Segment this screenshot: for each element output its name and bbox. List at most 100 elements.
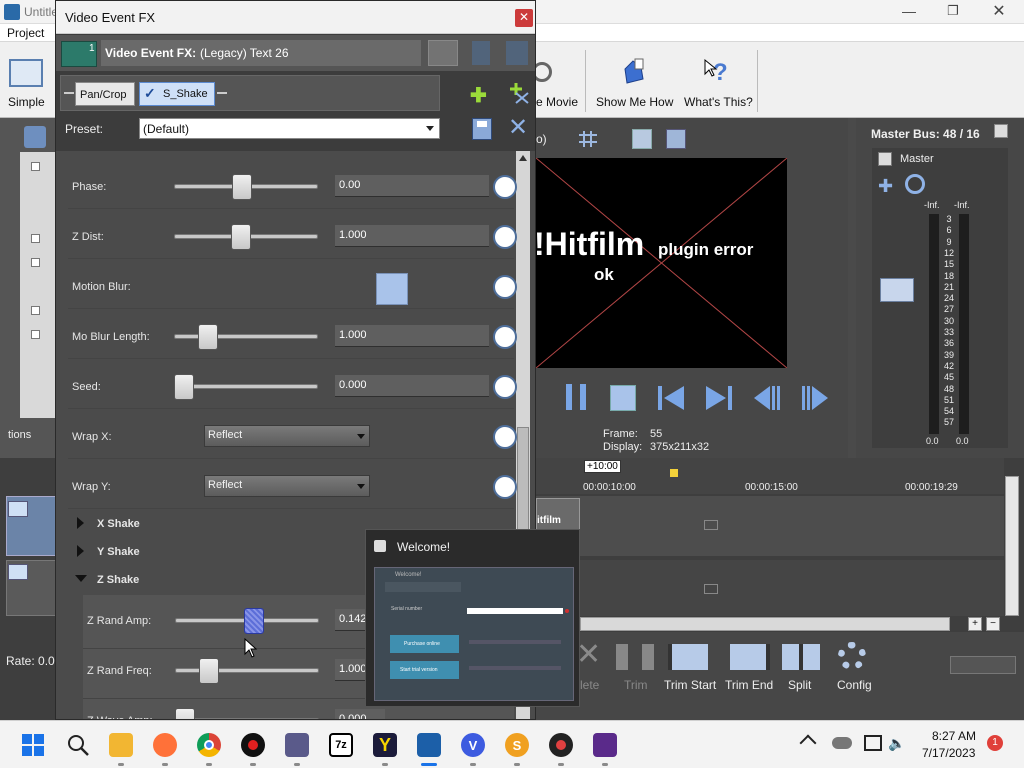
insert-fx-icon[interactable]: ✚ xyxy=(878,176,893,197)
trim-start-label[interactable]: Trim Start xyxy=(664,678,716,692)
notification-badge[interactable]: 1 xyxy=(987,735,1003,751)
save-frame-icon[interactable] xyxy=(666,129,686,149)
zoom-dropdown[interactable]: o) xyxy=(536,132,547,146)
delete-preset-icon[interactable]: ✕ xyxy=(508,115,528,141)
simple-view-icon[interactable] xyxy=(9,59,43,87)
welcome-popup[interactable]: Welcome! Welcome! Serial number Purchase… xyxy=(365,529,580,707)
param-value-input[interactable]: 0.000 xyxy=(335,709,385,719)
trim-label[interactable]: Trim xyxy=(624,678,648,692)
clock-time[interactable]: 8:27 AM xyxy=(932,729,976,743)
close-window-button[interactable]: ✕ xyxy=(984,1,1014,21)
zoom-out-button[interactable]: − xyxy=(986,617,1000,631)
trim-start-icon[interactable] xyxy=(668,644,708,670)
start-button[interactable] xyxy=(22,734,44,756)
app-v-icon[interactable]: V xyxy=(461,733,485,757)
tree-expand-icon[interactable] xyxy=(31,258,40,267)
tree-expand-icon[interactable] xyxy=(31,162,40,171)
param-slider-thumb[interactable] xyxy=(244,608,265,634)
go-to-start-button[interactable] xyxy=(656,384,686,412)
show-hidden-icons-icon[interactable] xyxy=(799,734,817,752)
next-frame-button[interactable] xyxy=(800,384,830,412)
timeline-horizontal-scrollbar[interactable] xyxy=(580,617,950,631)
split-icon[interactable] xyxy=(782,644,820,670)
keyframe-animate-icon[interactable] xyxy=(493,225,517,249)
show-me-how-icon[interactable] xyxy=(621,57,647,85)
chrome-icon[interactable] xyxy=(197,733,221,757)
fx-split-icon[interactable] xyxy=(472,41,490,65)
timeline-vertical-scrollbar[interactable] xyxy=(1005,476,1019,616)
param-combo[interactable]: Reflect xyxy=(204,425,370,447)
network-icon[interactable] xyxy=(864,735,882,751)
search-icon[interactable] xyxy=(66,733,90,757)
save-preset-icon[interactable] xyxy=(472,118,492,140)
show-me-how-label[interactable]: Show Me How xyxy=(596,95,673,109)
go-to-end-button[interactable] xyxy=(704,384,734,412)
previous-frame-button[interactable] xyxy=(752,384,782,412)
zoom-in-button[interactable]: + xyxy=(968,617,982,631)
volume-icon[interactable]: 🔈 xyxy=(888,735,906,753)
keyframe-animate-icon[interactable] xyxy=(493,425,517,449)
delete-label[interactable]: lete xyxy=(580,678,599,692)
config-label[interactable]: Config xyxy=(837,678,872,692)
preset-dropdown[interactable]: (Default) xyxy=(139,118,440,139)
options-tab-label[interactable]: tions xyxy=(8,429,31,441)
param-value-input[interactable]: 1.000 xyxy=(335,325,489,347)
param-slider-track[interactable] xyxy=(175,668,319,673)
pause-button[interactable] xyxy=(566,384,586,410)
chain-s-shake-button[interactable]: ✓ S_Shake xyxy=(139,82,215,106)
param-slider-thumb[interactable] xyxy=(174,374,194,400)
app-tag-icon[interactable] xyxy=(549,733,573,757)
chain-pan-crop-button[interactable]: Pan/Crop xyxy=(75,82,135,106)
param-combo[interactable]: Reflect xyxy=(204,475,370,497)
marker-icon[interactable] xyxy=(670,469,678,477)
mute-icon[interactable] xyxy=(905,174,925,194)
keyframe-animate-icon[interactable] xyxy=(493,375,517,399)
file-explorer-icon[interactable] xyxy=(109,733,133,757)
fx-options-icon[interactable] xyxy=(506,41,528,65)
track-2-icon[interactable] xyxy=(8,564,28,580)
app-s-icon[interactable]: S xyxy=(505,733,529,757)
param-slider-track[interactable] xyxy=(174,384,318,389)
app-y-icon[interactable]: Y xyxy=(373,733,397,757)
trim-end-label[interactable]: Trim End xyxy=(725,678,773,692)
stop-button[interactable] xyxy=(610,385,636,411)
remove-plugin-icon[interactable] xyxy=(508,81,530,105)
add-plugin-icon[interactable]: ✚ xyxy=(470,83,487,108)
video-editor-icon[interactable] xyxy=(285,733,309,757)
config-gear-icon[interactable] xyxy=(838,642,866,670)
trim-icon[interactable] xyxy=(616,644,654,670)
param-slider-thumb[interactable] xyxy=(232,174,253,200)
param-value-input[interactable]: 0.00 xyxy=(335,175,489,197)
copy-frame-icon[interactable] xyxy=(632,129,652,149)
whats-this-label[interactable]: What's This? xyxy=(684,95,753,109)
param-slider-thumb[interactable] xyxy=(197,324,218,350)
maximize-button[interactable]: ❐ xyxy=(938,3,968,21)
media-app-icon[interactable] xyxy=(593,733,617,757)
trim-end-icon[interactable] xyxy=(730,644,770,670)
explorer-search-icon[interactable] xyxy=(24,126,46,148)
master-bus-menu-icon[interactable] xyxy=(994,124,1008,138)
master-bus-settings-icon[interactable] xyxy=(878,152,892,166)
split-label[interactable]: Split xyxy=(788,678,811,692)
delete-icon[interactable]: ✕ xyxy=(576,640,606,670)
master-fader-handle[interactable] xyxy=(880,278,914,302)
tree-expand-icon[interactable] xyxy=(31,234,40,243)
track-1-icon[interactable] xyxy=(8,501,28,517)
keyframe-animate-icon[interactable] xyxy=(493,325,517,349)
param-checkbox[interactable] xyxy=(376,273,408,305)
fx-dialog-close-button[interactable]: ✕ xyxy=(515,9,533,27)
param-slider-thumb[interactable] xyxy=(198,658,219,684)
clock-date[interactable]: 7/17/2023 xyxy=(922,746,975,760)
7zip-icon[interactable]: 7z xyxy=(329,733,353,757)
whats-this-icon[interactable]: ? xyxy=(703,56,731,86)
keyframe-animate-icon[interactable] xyxy=(493,475,517,499)
grid-icon[interactable] xyxy=(578,130,598,148)
param-slider-thumb[interactable] xyxy=(175,708,195,719)
tree-expand-icon[interactable] xyxy=(31,306,40,315)
param-slider-thumb[interactable] xyxy=(231,224,252,250)
param-value-input[interactable]: 1.000 xyxy=(335,225,489,247)
param-slider-track[interactable] xyxy=(174,334,318,339)
minimize-button[interactable]: — xyxy=(894,3,924,21)
make-movie-label[interactable]: e Movie xyxy=(536,95,578,109)
tree-expand-icon[interactable] xyxy=(31,330,40,339)
